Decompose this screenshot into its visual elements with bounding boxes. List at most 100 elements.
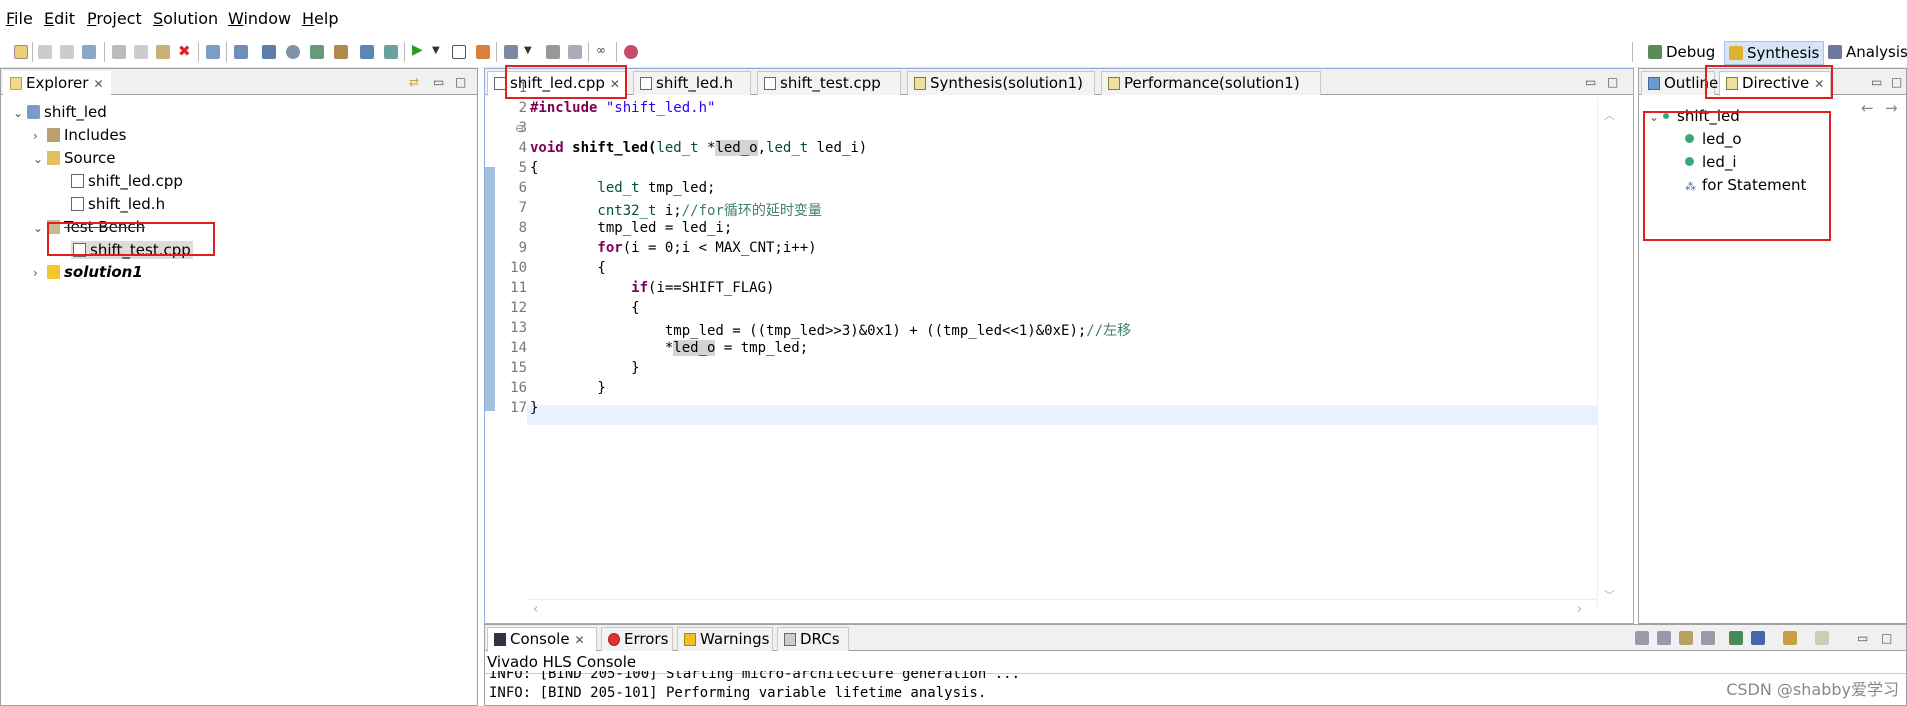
run-synthesis-icon[interactable] [360, 45, 374, 59]
close-icon[interactable]: ✕ [93, 77, 103, 91]
code-line-4[interactable]: { [530, 160, 538, 176]
analysis-icon[interactable] [624, 45, 638, 59]
menu-window[interactable]: Window [228, 9, 291, 28]
checkbox-icon[interactable] [452, 45, 466, 59]
close-icon[interactable]: ✕ [610, 77, 620, 91]
code-line-7[interactable]: tmp_led = led_i; [530, 220, 732, 236]
code-line-14[interactable]: } [530, 360, 639, 376]
code-line-16[interactable]: } [530, 400, 538, 416]
project-settings-icon[interactable] [234, 45, 248, 59]
tree-file-shift-test-cpp[interactable]: shift_test.cpp [71, 241, 193, 259]
tab-performance-report[interactable]: Performance(solution1) [1101, 71, 1321, 95]
console-open-icon[interactable] [1751, 631, 1765, 645]
run-c-simulation-icon[interactable] [310, 45, 324, 59]
close-icon[interactable]: ✕ [1814, 77, 1824, 91]
solution-settings-icon[interactable] [286, 45, 300, 59]
tab-synthesis-report[interactable]: Synthesis(solution1) [907, 71, 1095, 95]
code-line-12[interactable]: tmp_led = ((tmp_led>>3)&0x1) + ((tmp_led… [530, 320, 1131, 340]
code-line-13[interactable]: *led_o = tmp_led; [530, 340, 808, 356]
tree-solution[interactable]: › solution1 [33, 263, 143, 281]
code-line-8[interactable]: for(i = 0;i < MAX_CNT;i++) [530, 240, 816, 256]
export-icon[interactable] [384, 45, 398, 59]
tab-console[interactable]: Console ✕ [487, 627, 597, 652]
waveform-icon[interactable]: ∞ [596, 43, 610, 57]
tab-explorer[interactable]: Explorer ✕ [3, 71, 111, 96]
minimize-icon[interactable]: ▭ [1857, 631, 1868, 645]
console-scroll-lock-icon[interactable] [1657, 631, 1671, 645]
tree-testbench[interactable]: ⌄ Test Bench [33, 218, 145, 236]
maximize-icon[interactable]: □ [1891, 75, 1902, 89]
console-clear-icon[interactable] [1635, 631, 1649, 645]
maximize-icon[interactable]: □ [1607, 75, 1618, 89]
perspective-debug[interactable]: Debug [1644, 41, 1719, 65]
debug-config-icon[interactable] [504, 45, 518, 59]
tree-project[interactable]: ⌄ shift_led [13, 103, 107, 121]
stop-icon[interactable] [546, 45, 560, 59]
directive-item-led-o[interactable]: led_o [1685, 130, 1742, 148]
console-new-icon[interactable] [1783, 631, 1797, 645]
code-line-11[interactable]: { [530, 300, 639, 316]
code-line-6[interactable]: cnt32_t i;//for循环的延时变量 [530, 200, 821, 220]
back-arrow-icon[interactable]: ← [1861, 99, 1874, 117]
save-icon[interactable] [38, 45, 52, 59]
run-dropdown-icon[interactable]: ▼ [432, 45, 446, 59]
compare-icon[interactable] [568, 45, 582, 59]
tree-file-shift-led-cpp[interactable]: shift_led.cpp [71, 172, 183, 190]
console-edit-icon[interactable] [1815, 631, 1829, 645]
tree-file-shift-led-h[interactable]: shift_led.h [71, 195, 165, 213]
menu-project[interactable]: Project [87, 9, 142, 28]
code-line-10[interactable]: if(i==SHIFT_FLAG) [530, 280, 774, 296]
code-line-3[interactable]: void shift_led(led_t *led_o,led_t led_i) [530, 140, 867, 156]
debug-dropdown-icon[interactable]: ▼ [524, 45, 538, 59]
console-display-icon[interactable] [1729, 631, 1743, 645]
tab-shift-test-cpp[interactable]: shift_test.cpp [757, 71, 901, 95]
directive-item-for-statement[interactable]: ⁂ for Statement [1685, 176, 1806, 194]
minimize-icon[interactable]: ▭ [1871, 75, 1882, 89]
tree-source[interactable]: ⌄ Source [33, 149, 116, 167]
tab-errors[interactable]: Errors [601, 627, 673, 651]
save-all-icon[interactable] [60, 45, 74, 59]
chevron-down-icon[interactable]: ⌄ [33, 221, 47, 235]
chevron-down-icon[interactable]: ⌄ [13, 106, 27, 120]
close-icon[interactable]: ✕ [575, 633, 585, 647]
vertical-scrollbar[interactable]: ︿ ﹀ [1597, 99, 1621, 607]
link-editor-icon[interactable]: ⇄ [409, 75, 419, 89]
tab-outline[interactable]: Outline [1641, 71, 1718, 95]
save-as-icon[interactable] [82, 45, 96, 59]
console-pin-icon[interactable] [1679, 631, 1693, 645]
synthesis-settings-icon[interactable] [334, 45, 348, 59]
scroll-down-icon[interactable]: ﹀ [1604, 587, 1615, 603]
chevron-down-icon[interactable]: ⌄ [33, 152, 47, 166]
minimize-icon[interactable]: ▭ [1585, 75, 1596, 89]
scroll-up-icon[interactable]: ︿ [1604, 107, 1615, 123]
tab-directive[interactable]: Directive ✕ [1719, 71, 1831, 96]
cut-icon[interactable] [112, 45, 126, 59]
chevron-down-icon[interactable]: ⌄ [1649, 110, 1663, 124]
fold-marker-icon[interactable]: ⊖ [515, 122, 524, 135]
delete-icon[interactable]: ✖ [178, 42, 194, 60]
scroll-right-icon[interactable]: › [1577, 602, 1582, 617]
tab-drcs[interactable]: DRCs [777, 627, 849, 651]
code-line-9[interactable]: { [530, 260, 605, 276]
console-word-wrap-icon[interactable] [1701, 631, 1715, 645]
copy-icon[interactable] [134, 45, 148, 59]
perspective-analysis[interactable]: Analysis [1824, 41, 1907, 65]
paste-icon[interactable] [156, 45, 170, 59]
tab-warnings[interactable]: Warnings [677, 627, 773, 651]
minimize-icon[interactable]: ▭ [433, 75, 444, 89]
menu-solution[interactable]: Solution [153, 9, 218, 28]
directive-root[interactable]: ⌄ shift_led [1649, 107, 1740, 125]
horizontal-scrollbar[interactable]: ‹ › [527, 599, 1597, 621]
chevron-right-icon[interactable]: › [33, 129, 47, 143]
maximize-icon[interactable]: □ [455, 75, 466, 89]
code-line-15[interactable]: } [530, 380, 605, 396]
scroll-left-icon[interactable]: ‹ [533, 602, 538, 617]
forward-arrow-icon[interactable]: → [1885, 99, 1898, 117]
maximize-icon[interactable]: □ [1881, 631, 1892, 645]
directive-item-led-i[interactable]: led_i [1685, 153, 1737, 171]
code-line-5[interactable]: led_t tmp_led; [530, 180, 715, 196]
chevron-right-icon[interactable]: › [33, 266, 47, 280]
print-icon[interactable] [206, 45, 220, 59]
menu-edit[interactable]: Edit [44, 9, 75, 28]
new-solution-icon[interactable] [262, 45, 276, 59]
